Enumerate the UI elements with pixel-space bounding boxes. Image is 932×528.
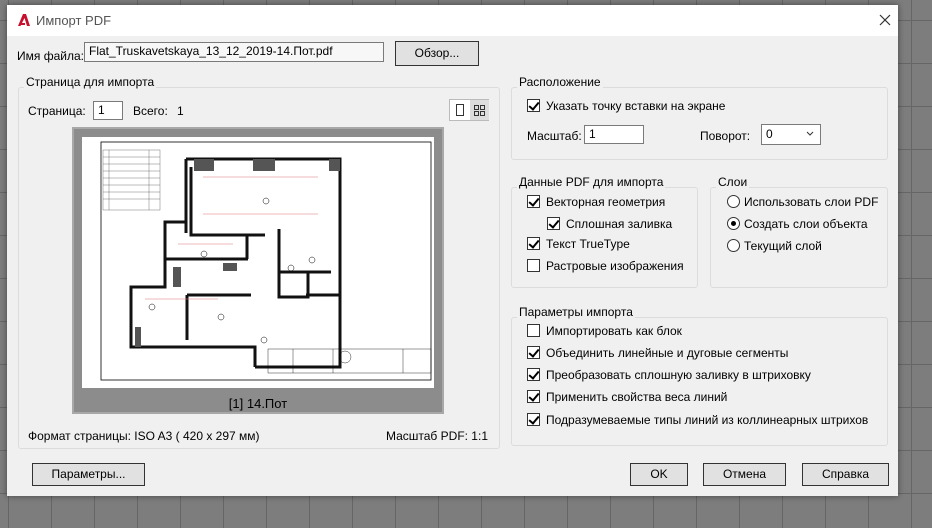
truetype-text-checkbox[interactable] [527, 237, 540, 250]
total-value: 1 [177, 104, 184, 118]
specify-onscreen-checkbox[interactable] [527, 99, 540, 112]
layers-group-label: Слои [716, 175, 750, 189]
use-pdf-layers-label: Использовать слои PDF [744, 195, 879, 209]
current-layer-label: Текущий слой [744, 239, 822, 253]
import-as-block-label: Импортировать как блок [546, 324, 682, 338]
vector-geometry-checkbox[interactable] [527, 195, 540, 208]
cancel-button[interactable]: Отмена [703, 463, 786, 486]
page-format: Формат страницы: ISO A3 ( 420 x 297 мм) [28, 429, 260, 443]
single-page-icon [456, 104, 464, 116]
scale-input[interactable]: 1 [584, 125, 644, 144]
page-import-group-label: Страница для импорта [24, 75, 157, 89]
title-bar: Импорт PDF [7, 5, 898, 36]
raster-images-label: Растровые изображения [546, 259, 684, 273]
join-segments-label: Объединить линейные и дуговые сегменты [546, 346, 789, 360]
page-label: Страница: [28, 104, 86, 118]
scale-label: Масштаб: [527, 129, 582, 143]
create-object-layers-radio[interactable] [727, 217, 740, 230]
infer-linetypes-checkbox[interactable] [527, 413, 540, 426]
view-toggle [449, 99, 489, 121]
infer-linetypes-label: Подразумеваемые типы линий из коллинеарн… [546, 413, 869, 427]
total-label: Всего: [133, 104, 168, 118]
ok-button[interactable]: OK [630, 463, 688, 486]
file-name-label: Имя файла: [17, 49, 84, 63]
solid-fill-label: Сплошная заливка [566, 217, 673, 231]
apply-lineweight-label: Применить свойства веса линий [546, 390, 728, 404]
rotation-select[interactable]: 0 [761, 124, 821, 145]
grid-icon [474, 105, 485, 116]
create-object-layers-label: Создать слои объекта [744, 217, 868, 231]
autocad-logo-icon [18, 14, 30, 26]
thumbnail-view-button[interactable] [470, 100, 489, 120]
location-group [511, 87, 888, 160]
import-pdf-dialog: Импорт PDF Имя файла: Flat_Truskavetskay… [7, 5, 898, 496]
rotation-value: 0 [766, 127, 773, 141]
close-icon[interactable] [879, 14, 891, 26]
pdf-preview[interactable]: [1] 14.Пот [72, 127, 444, 414]
truetype-text-label: Текст TrueType [546, 237, 630, 251]
file-name-field[interactable]: Flat_Truskavetskaya_13_12_2019-14.Пот.pd… [84, 42, 384, 62]
dialog-title: Импорт PDF [36, 13, 112, 28]
convert-fill-to-hatch-checkbox[interactable] [527, 368, 540, 381]
current-layer-radio[interactable] [727, 239, 740, 252]
chevron-down-icon [806, 131, 814, 136]
preview-caption: [1] 14.Пот [228, 396, 288, 411]
vector-geometry-label: Векторная геометрия [546, 195, 666, 209]
apply-lineweight-checkbox[interactable] [527, 390, 540, 403]
single-page-view-button[interactable] [450, 100, 470, 120]
join-segments-checkbox[interactable] [527, 346, 540, 359]
rotation-label: Поворот: [700, 129, 751, 143]
convert-fill-to-hatch-label: Преобразовать сплошную заливку в штрихов… [546, 368, 811, 382]
solid-fill-checkbox[interactable] [547, 217, 560, 230]
settings-button[interactable]: Параметры... [32, 463, 145, 486]
page-number-input[interactable]: 1 [93, 101, 123, 120]
pdf-data-group-label: Данные PDF для импорта [517, 175, 666, 189]
import-as-block-checkbox[interactable] [527, 324, 540, 337]
location-group-label: Расположение [517, 75, 603, 89]
raster-images-checkbox[interactable] [527, 259, 540, 272]
floor-plan-thumbnail [82, 137, 434, 388]
specify-onscreen-label: Указать точку вставки на экране [546, 99, 726, 113]
browse-button[interactable]: Обзор... [395, 41, 479, 66]
use-pdf-layers-radio[interactable] [727, 195, 740, 208]
help-button[interactable]: Справка [802, 463, 889, 486]
import-options-group-label: Параметры импорта [517, 305, 635, 319]
pdf-scale: Масштаб PDF: 1:1 [385, 429, 488, 443]
